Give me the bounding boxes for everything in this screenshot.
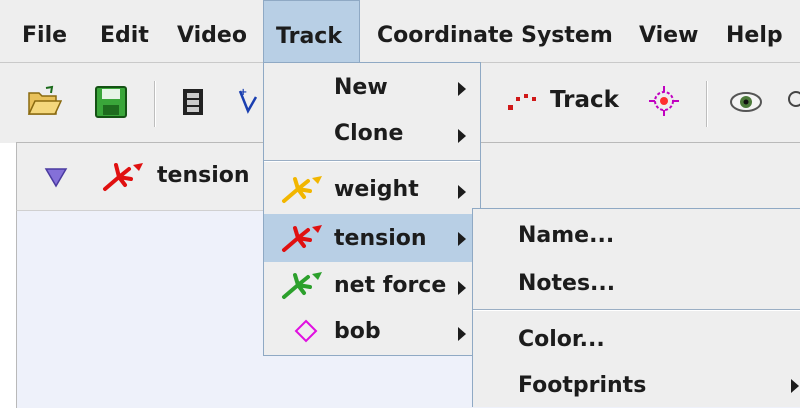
save-icon[interactable] bbox=[94, 85, 128, 125]
open-folder-icon[interactable] bbox=[26, 85, 63, 125]
video-clip-icon[interactable] bbox=[180, 85, 206, 125]
dropdown-triangle-icon[interactable] bbox=[43, 165, 69, 195]
weight-force-icon bbox=[280, 173, 328, 211]
point-mass-icon bbox=[294, 319, 318, 349]
autotracker-icon[interactable] bbox=[646, 83, 682, 125]
calibration-icon[interactable]: + bbox=[236, 85, 262, 125]
menu-item-new-label: New bbox=[334, 75, 388, 100]
tension-submenu: Name... Notes... Color... Footprints bbox=[472, 208, 800, 407]
menu-track[interactable]: Track bbox=[263, 0, 360, 62]
menu-item-new[interactable]: New bbox=[264, 63, 480, 107]
menu-item-name[interactable]: Name... bbox=[473, 209, 800, 257]
selected-track-label[interactable]: tension bbox=[157, 163, 250, 188]
track-button-label[interactable]: Track bbox=[550, 87, 619, 113]
toolbar-separator bbox=[706, 81, 708, 127]
menu-item-color[interactable]: Color... bbox=[473, 313, 800, 359]
menu-item-bob-label: bob bbox=[334, 319, 381, 344]
menu-help[interactable]: Help bbox=[714, 0, 795, 62]
submenu-arrow-icon bbox=[458, 232, 466, 246]
menu-item-weight-label: weight bbox=[334, 177, 419, 202]
menu-file[interactable]: File bbox=[10, 0, 79, 62]
menu-item-footprints[interactable]: Footprints bbox=[473, 361, 800, 407]
menu-item-clone[interactable]: Clone bbox=[264, 111, 480, 155]
submenu-arrow-icon bbox=[791, 379, 799, 393]
track-menu: New Clone weight tension net force bob bbox=[263, 62, 481, 356]
submenu-arrow-icon bbox=[458, 82, 466, 96]
tension-force-icon bbox=[101, 159, 149, 199]
svg-text:+: + bbox=[239, 87, 247, 98]
net-force-icon bbox=[280, 269, 328, 307]
menu-separator bbox=[473, 309, 800, 311]
point-mass-track-icon[interactable] bbox=[506, 91, 542, 121]
menu-edit[interactable]: Edit bbox=[88, 0, 161, 62]
toolbar-separator bbox=[154, 81, 156, 127]
menu-item-notes[interactable]: Notes... bbox=[473, 259, 800, 305]
menu-item-name-label: Name... bbox=[518, 223, 615, 248]
menu-separator bbox=[264, 160, 480, 162]
menubar: File Edit Video Track Coordinate System … bbox=[0, 0, 800, 62]
menu-item-bob[interactable]: bob bbox=[264, 309, 480, 353]
menu-view[interactable]: View bbox=[627, 0, 710, 62]
zoom-icon[interactable] bbox=[786, 89, 800, 121]
menu-coordinate-system[interactable]: Coordinate System bbox=[365, 0, 625, 62]
menu-item-footprints-label: Footprints bbox=[518, 373, 647, 398]
menu-item-color-label: Color... bbox=[518, 327, 605, 352]
menu-item-weight[interactable]: weight bbox=[264, 167, 480, 211]
submenu-arrow-icon bbox=[458, 185, 466, 199]
submenu-arrow-icon bbox=[458, 281, 466, 295]
submenu-arrow-icon bbox=[458, 327, 466, 341]
tension-force-icon bbox=[280, 222, 328, 260]
menu-item-tension-label: tension bbox=[334, 226, 427, 251]
eye-icon[interactable] bbox=[728, 89, 764, 121]
submenu-arrow-icon bbox=[458, 129, 466, 143]
menu-video[interactable]: Video bbox=[165, 0, 259, 62]
menu-item-tension[interactable]: tension bbox=[264, 214, 480, 262]
menu-item-clone-label: Clone bbox=[334, 121, 404, 146]
menu-item-net-force[interactable]: net force bbox=[264, 263, 480, 307]
menu-item-net-force-label: net force bbox=[334, 273, 447, 298]
menu-item-notes-label: Notes... bbox=[518, 271, 616, 296]
